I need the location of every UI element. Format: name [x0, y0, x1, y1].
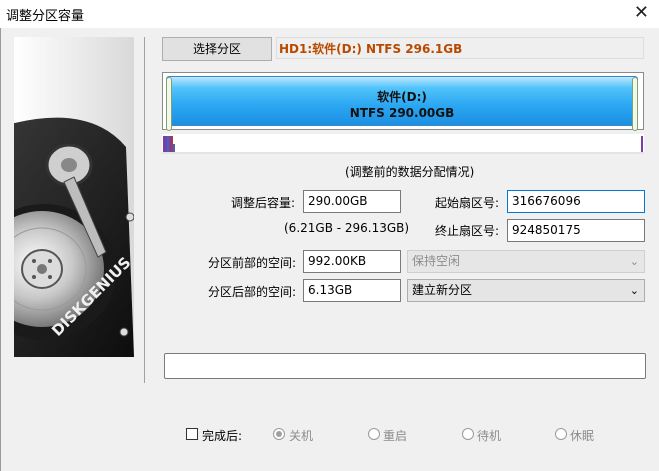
end-sector-input[interactable]: 924850175	[507, 219, 645, 242]
radio-standby[interactable]	[462, 428, 474, 440]
start-sector-input[interactable]: 316676096	[507, 190, 645, 213]
data-distribution-bar	[162, 134, 644, 154]
start-sector-label: 起始扇区号:	[435, 196, 500, 210]
title-bar: 调整分区容量 ✕	[0, 0, 659, 28]
space-after-action-value: 建立新分区	[412, 283, 473, 297]
space-before-action-value: 保持空闲	[412, 254, 461, 268]
after-completion-label[interactable]: 完成后:	[202, 427, 242, 444]
partition-block-text: 软件(D:) NTFS 290.00GB	[167, 89, 637, 121]
radio-restart-label[interactable]: 重启	[383, 427, 407, 444]
hard-disk-illustration: DISKGENIUS	[14, 117, 134, 357]
radio-hibernate[interactable]	[555, 428, 567, 440]
progress-bar	[164, 353, 646, 379]
end-sector-label: 终止扇区号:	[435, 224, 500, 238]
chevron-down-icon: ⌄	[629, 255, 639, 268]
vertical-divider	[144, 37, 145, 383]
distribution-caption: (调整前的数据分配情况)	[345, 165, 475, 179]
space-before-action-select: 保持空闲 ⌄	[407, 250, 645, 273]
chevron-down-icon: ⌄	[629, 284, 639, 297]
size-range-text: (6.21GB - 296.13GB)	[284, 221, 410, 235]
after-completion-checkbox[interactable]	[186, 428, 198, 440]
close-icon[interactable]: ✕	[634, 2, 649, 23]
space-before-input[interactable]: 992.00KB	[303, 250, 401, 273]
data-distribution-graph	[162, 136, 644, 154]
space-before-label: 分区前部的空间:	[208, 256, 297, 270]
space-after-action-select[interactable]: 建立新分区 ⌄	[407, 279, 645, 302]
partition-name: 软件(D:)	[377, 90, 427, 104]
radio-shutdown-label[interactable]: 关机	[289, 427, 313, 444]
partition-fs-size: NTFS 290.00GB	[349, 106, 455, 120]
diskgenius-logo: DISKGENIUS	[14, 37, 134, 357]
radio-restart[interactable]	[368, 428, 380, 440]
size-after-input[interactable]: 290.00GB	[303, 190, 401, 213]
radio-standby-label[interactable]: 待机	[477, 427, 501, 444]
window-title: 调整分区容量	[6, 9, 85, 24]
select-partition-button[interactable]: 选择分区	[162, 37, 272, 61]
space-after-input[interactable]: 6.13GB	[303, 279, 401, 302]
radio-shutdown[interactable]	[273, 428, 285, 440]
radio-hibernate-label[interactable]: 休眠	[570, 427, 594, 444]
resize-partition-dialog: 调整分区容量 ✕ DISKGENIUS 选择分区 HD1:软件(D:) NTFS…	[0, 0, 659, 471]
window-border	[0, 28, 1, 471]
partition-block[interactable]: 软件(D:) NTFS 290.00GB	[166, 76, 638, 131]
partition-bar: 软件(D:) NTFS 290.00GB	[162, 72, 644, 131]
space-after-label: 分区后部的空间:	[208, 285, 297, 299]
size-after-label: 调整后容量:	[231, 196, 296, 210]
disk-info-label: HD1:软件(D:) NTFS 296.1GB	[276, 37, 644, 59]
